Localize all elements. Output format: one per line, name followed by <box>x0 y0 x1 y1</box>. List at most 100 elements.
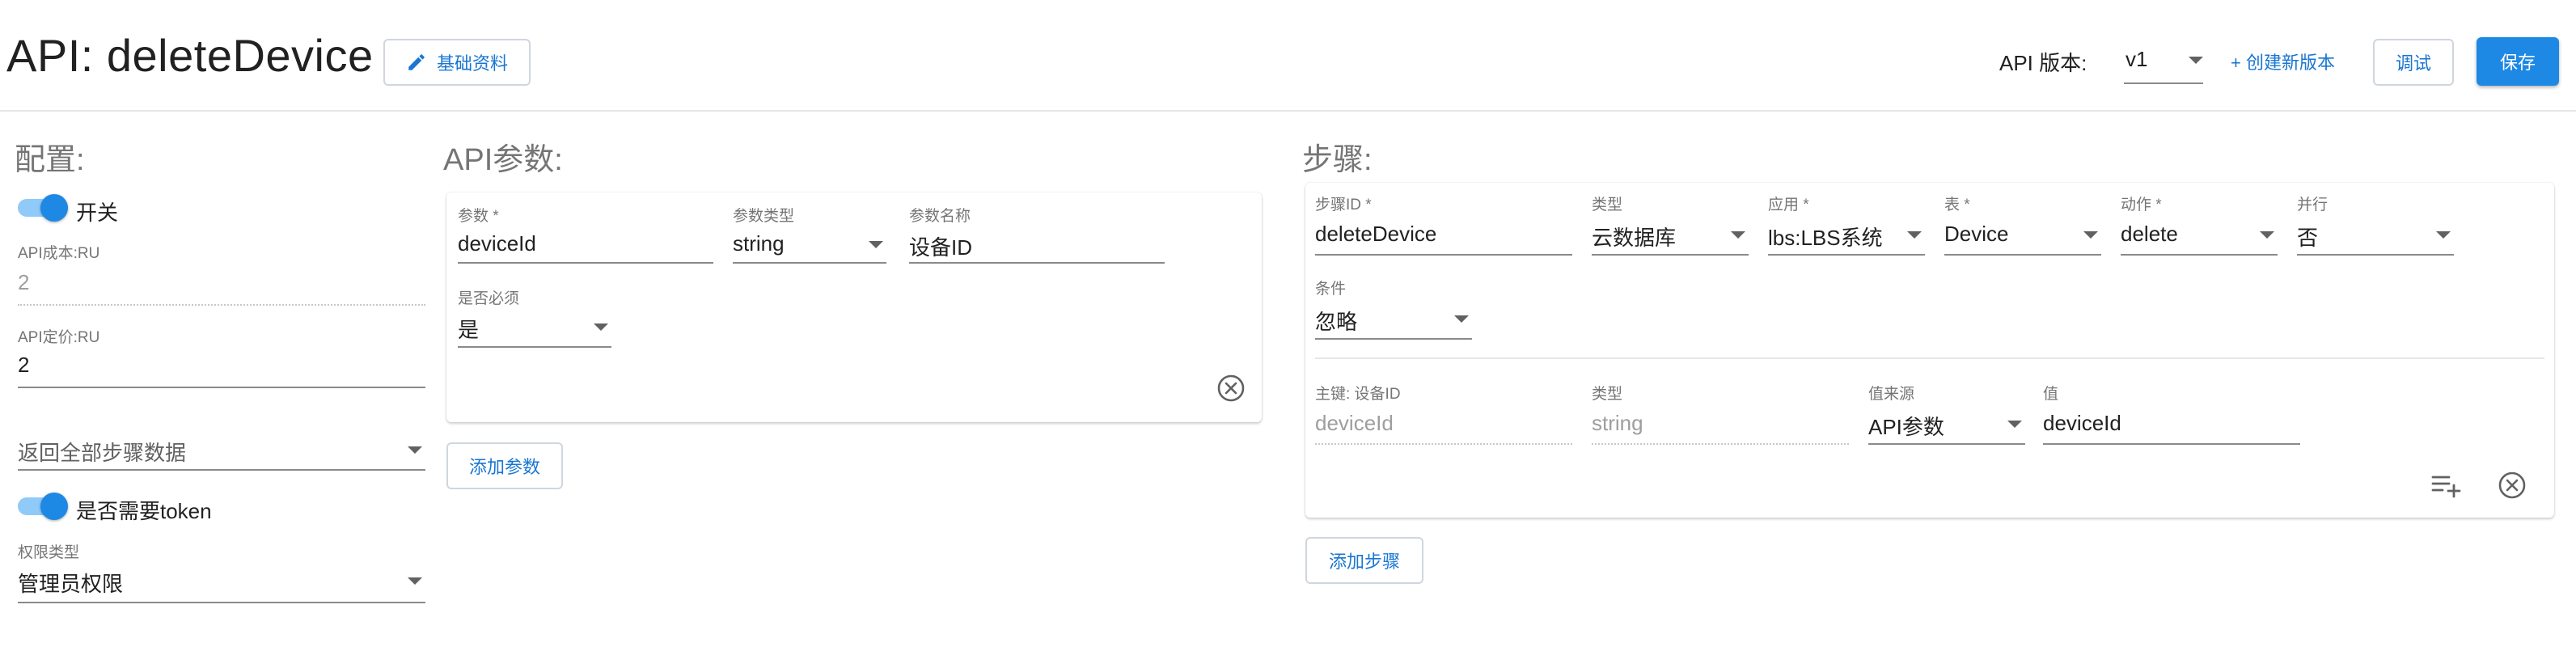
api-cost-value: 2 <box>18 270 30 294</box>
step-type-value: 云数据库 <box>1592 226 1677 250</box>
step-app-select[interactable]: 应用 * lbs:LBS系统 <box>1768 192 1925 256</box>
key-type-label: 类型 <box>1592 386 1623 403</box>
switch-toggle[interactable] <box>18 194 68 222</box>
step-card: 步骤ID * deleteDevice 类型 云数据库 应用 * lbs:LBS… <box>1305 183 2554 518</box>
basic-info-label: 基础资料 <box>436 53 508 74</box>
chevron-down-icon <box>2260 231 2274 239</box>
api-cost-field: API成本:RU 2 <box>18 241 425 306</box>
step-action-label: 动作 * <box>2121 197 2162 214</box>
field-underline <box>1315 338 1472 340</box>
param-name-input[interactable]: 参数 * deviceId <box>458 204 713 264</box>
version-select[interactable]: v1 <box>2124 36 2203 84</box>
param-type-label: 参数类型 <box>733 208 795 225</box>
api-params-title: API参数: <box>443 143 563 177</box>
value-input[interactable]: 值 deviceId <box>2043 382 2300 445</box>
field-underline <box>733 262 886 264</box>
steps-title: 步骤: <box>1302 143 1373 177</box>
param-card: 参数 * deviceId 参数类型 string 参数名称 设备ID 是否必须… <box>446 192 1262 422</box>
field-underline <box>18 387 425 388</box>
field-underline <box>909 262 1165 264</box>
chevron-down-icon <box>869 241 883 248</box>
chevron-down-icon <box>2007 421 2022 428</box>
field-underline <box>458 262 713 264</box>
param-required-label: 是否必须 <box>458 290 520 307</box>
remove-step-icon[interactable] <box>2498 471 2527 500</box>
toggle-thumb <box>40 493 68 520</box>
field-underline <box>18 602 425 603</box>
step-table-value: Device <box>1944 222 2009 246</box>
return-data-value: 返回全部步骤数据 <box>18 441 187 465</box>
chevron-down-icon <box>408 577 422 585</box>
step-parallel-select[interactable]: 并行 否 <box>2297 192 2454 256</box>
param-required-value: 是 <box>458 318 480 342</box>
field-underline <box>2121 254 2278 256</box>
chevron-down-icon <box>408 446 422 454</box>
field-underline <box>2043 443 2300 445</box>
playlist-add-icon[interactable] <box>2430 469 2462 501</box>
version-value: v1 <box>2126 47 2148 71</box>
permission-label: 权限类型 <box>18 544 80 561</box>
step-type-label: 类型 <box>1592 197 1623 214</box>
param-display-name-input[interactable]: 参数名称 设备ID <box>909 204 1165 264</box>
step-condition-label: 条件 <box>1315 281 1347 298</box>
step-parallel-value: 否 <box>2297 226 2319 250</box>
permission-select[interactable]: 权限类型 管理员权限 <box>18 540 425 603</box>
value-source-label: 值来源 <box>1868 386 1915 403</box>
key-label: 主键: 设备ID <box>1315 386 1401 403</box>
step-id-value: deleteDevice <box>1315 222 1437 246</box>
value-label: 值 <box>2043 386 2059 403</box>
value-source-select[interactable]: 值来源 API参数 <box>1868 382 2025 445</box>
add-step-button[interactable]: 添加步骤 <box>1305 537 1423 584</box>
permission-value: 管理员权限 <box>18 572 124 596</box>
param-label: 参数 * <box>458 208 499 225</box>
chevron-down-icon <box>2436 231 2451 239</box>
step-condition-select[interactable]: 条件 忽略 <box>1315 277 1472 340</box>
api-price-value: 2 <box>18 353 30 377</box>
field-underline <box>18 469 425 471</box>
remove-param-icon[interactable] <box>1216 374 1246 403</box>
create-version-link[interactable]: + 创建新版本 <box>2231 49 2335 74</box>
field-underline <box>1315 443 1572 445</box>
field-underline <box>1592 443 1849 445</box>
step-id-input[interactable]: 步骤ID * deleteDevice <box>1315 192 1572 256</box>
toggle-thumb <box>40 194 68 222</box>
api-price-label: API定价:RU <box>18 329 100 346</box>
param-type-select[interactable]: 参数类型 string <box>733 204 886 264</box>
key-type-field: 类型 string <box>1592 382 1849 445</box>
key-type-value: string <box>1592 411 1643 435</box>
save-button[interactable]: 保存 <box>2477 37 2559 86</box>
value-source-value: API参数 <box>1868 415 1944 439</box>
basic-info-button[interactable]: 基础资料 <box>383 39 531 86</box>
pencil-icon <box>408 54 425 70</box>
step-table-label: 表 * <box>1944 197 1970 214</box>
chevron-down-icon <box>594 324 608 331</box>
token-label: 是否需要token <box>76 499 212 523</box>
field-underline <box>1592 254 1749 256</box>
step-divider <box>1315 357 2544 359</box>
step-action-select[interactable]: 动作 * delete <box>2121 192 2278 256</box>
field-underline <box>1944 254 2101 256</box>
step-type-select[interactable]: 类型 云数据库 <box>1592 192 1749 256</box>
config-title: 配置: <box>15 143 85 177</box>
api-price-field[interactable]: API定价:RU 2 <box>18 325 425 388</box>
step-id-label: 步骤ID * <box>1315 197 1372 214</box>
debug-button[interactable]: 调试 <box>2373 39 2454 86</box>
chevron-down-icon <box>1907 231 1922 239</box>
param-display-name-label: 参数名称 <box>909 208 971 225</box>
chevron-down-icon <box>2189 57 2203 64</box>
add-param-button[interactable]: 添加参数 <box>446 442 563 489</box>
token-toggle[interactable] <box>18 493 68 520</box>
chevron-down-icon <box>1731 231 1745 239</box>
step-action-value: delete <box>2121 222 2178 246</box>
return-data-select[interactable]: 返回全部步骤数据 <box>18 429 425 471</box>
page-title: API: deleteDevice <box>6 30 374 81</box>
chevron-down-icon <box>1454 315 1469 323</box>
step-table-select[interactable]: 表 * Device <box>1944 192 2101 256</box>
field-underline <box>1315 254 1572 256</box>
step-parallel-label: 并行 <box>2297 197 2329 214</box>
field-underline <box>458 346 611 348</box>
step-app-value: lbs:LBS系统 <box>1768 226 1883 250</box>
param-required-select[interactable]: 是否必须 是 <box>458 286 611 348</box>
page-header: API: deleteDevice 基础资料 API 版本: v1 + 创建新版… <box>0 0 2576 112</box>
chevron-down-icon <box>2083 231 2098 239</box>
